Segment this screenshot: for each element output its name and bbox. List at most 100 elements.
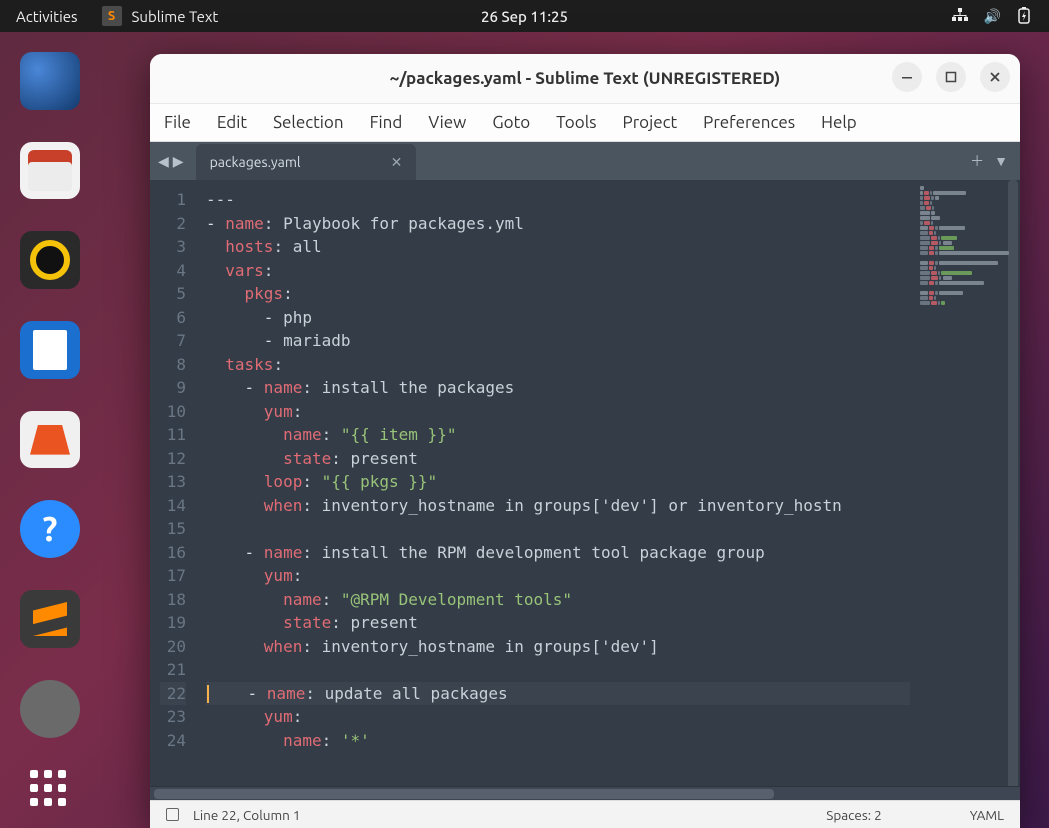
minimap-blob xyxy=(939,251,1009,255)
line-number[interactable]: 24 xyxy=(160,729,186,753)
status-panel-toggle-icon[interactable] xyxy=(166,808,179,821)
code-line[interactable]: - name: update all packages xyxy=(206,682,910,706)
code-line[interactable]: pkgs: xyxy=(206,282,910,306)
code-line[interactable]: - name: Playbook for packages.yml xyxy=(206,212,910,236)
minimap-blob xyxy=(926,206,931,210)
code-line[interactable]: name: "{{ item }}" xyxy=(206,423,910,447)
menu-goto[interactable]: Goto xyxy=(492,113,530,132)
line-number-gutter[interactable]: 123456789101112131415161718192021222324 xyxy=(150,180,200,786)
line-number[interactable]: 15 xyxy=(160,517,186,541)
status-syntax[interactable]: YAML xyxy=(970,807,1004,823)
line-number[interactable]: 11 xyxy=(160,423,186,447)
code-line[interactable]: --- xyxy=(206,188,910,212)
tab-scroll-right-icon[interactable]: ▶ xyxy=(173,153,184,170)
line-number[interactable]: 17 xyxy=(160,564,186,588)
activities-button[interactable]: Activities xyxy=(16,8,78,25)
code-line[interactable]: - mariadb xyxy=(206,329,910,353)
window-maximize-button[interactable] xyxy=(936,62,966,92)
minimap[interactable] xyxy=(910,180,1020,786)
menu-project[interactable]: Project xyxy=(623,113,678,132)
line-number[interactable]: 7 xyxy=(160,329,186,353)
dock-show-apps-icon[interactable] xyxy=(30,770,70,808)
window-titlebar[interactable]: ~/packages.yaml - Sublime Text (UNREGIST… xyxy=(150,54,1020,104)
menu-edit[interactable]: Edit xyxy=(217,113,247,132)
line-number[interactable]: 10 xyxy=(160,400,186,424)
tab-close-icon[interactable]: ✕ xyxy=(391,154,403,171)
code-line[interactable]: when: inventory_hostname in groups['dev'… xyxy=(206,635,910,659)
line-number[interactable]: 2 xyxy=(160,212,186,236)
menu-preferences[interactable]: Preferences xyxy=(703,113,795,132)
line-number[interactable]: 3 xyxy=(160,235,186,259)
line-number[interactable]: 19 xyxy=(160,611,186,635)
code-line[interactable]: tasks: xyxy=(206,353,910,377)
code-line[interactable]: when: inventory_hostname in groups['dev'… xyxy=(206,494,910,518)
line-number[interactable]: 18 xyxy=(160,588,186,612)
minimap-blob xyxy=(920,221,923,225)
menu-help[interactable]: Help xyxy=(821,113,857,132)
line-number[interactable]: 5 xyxy=(160,282,186,306)
code-line[interactable]: yum: xyxy=(206,705,910,729)
line-number[interactable]: 6 xyxy=(160,306,186,330)
code-line[interactable]: state: present xyxy=(206,447,910,471)
line-number[interactable]: 4 xyxy=(160,259,186,283)
line-number[interactable]: 8 xyxy=(160,353,186,377)
dock-libreoffice-writer-icon[interactable] xyxy=(20,321,80,379)
status-cursor-position[interactable]: Line 22, Column 1 xyxy=(193,807,301,823)
dock-ubuntu-software-icon[interactable] xyxy=(20,411,80,469)
new-tab-icon[interactable]: ＋ xyxy=(970,151,984,171)
line-number[interactable]: 12 xyxy=(160,447,186,471)
dock-disk-icon[interactable] xyxy=(20,680,80,738)
menu-selection[interactable]: Selection xyxy=(273,113,344,132)
code-line[interactable] xyxy=(206,517,910,541)
line-number[interactable]: 1 xyxy=(160,188,186,212)
code-line[interactable]: loop: "{{ pkgs }}" xyxy=(206,470,910,494)
dock-thunderbird-icon[interactable] xyxy=(20,52,80,110)
minimap-blob xyxy=(920,281,928,285)
code-line[interactable]: - name: install the RPM development tool… xyxy=(206,541,910,565)
volume-icon[interactable]: 🔊 xyxy=(984,8,1001,25)
line-number[interactable]: 13 xyxy=(160,470,186,494)
dock-rhythmbox-icon[interactable] xyxy=(20,231,80,289)
status-indentation[interactable]: Spaces: 2 xyxy=(826,807,882,823)
code-editor[interactable]: ---- name: Playbook for packages.yml hos… xyxy=(200,180,910,786)
line-number[interactable]: 16 xyxy=(160,541,186,565)
horizontal-scrollbar-thumb[interactable] xyxy=(154,789,774,799)
code-line[interactable]: name: "@RPM Development tools" xyxy=(206,588,910,612)
menu-find[interactable]: Find xyxy=(370,113,403,132)
code-line[interactable]: name: '*' xyxy=(206,729,910,753)
code-line[interactable] xyxy=(206,658,910,682)
battery-icon[interactable] xyxy=(1017,6,1031,27)
minimap-blob xyxy=(929,266,933,270)
code-line[interactable]: state: present xyxy=(206,611,910,635)
network-icon[interactable] xyxy=(952,8,968,25)
code-line[interactable]: vars: xyxy=(206,259,910,283)
menu-tools[interactable]: Tools xyxy=(556,113,596,132)
minimap-blob xyxy=(931,271,936,275)
window-minimize-button[interactable] xyxy=(892,62,922,92)
window-title: ~/packages.yaml - Sublime Text (UNREGIST… xyxy=(390,69,781,88)
line-number[interactable]: 23 xyxy=(160,705,186,729)
menu-view[interactable]: View xyxy=(428,113,466,132)
dock-sublime-icon[interactable] xyxy=(20,590,80,648)
code-line[interactable]: - php xyxy=(206,306,910,330)
dock-help-icon[interactable]: ? xyxy=(20,500,80,558)
window-close-button[interactable] xyxy=(980,62,1010,92)
line-number[interactable]: 21 xyxy=(160,658,186,682)
code-line[interactable]: - name: install the packages xyxy=(206,376,910,400)
horizontal-scrollbar[interactable] xyxy=(150,786,1020,800)
tab-scroll-left-icon[interactable]: ◀ xyxy=(158,153,169,170)
vertical-scrollbar-thumb[interactable] xyxy=(1008,180,1018,786)
tab-dropdown-icon[interactable]: ▼ xyxy=(994,153,1008,169)
clock[interactable]: 26 Sep 11:25 xyxy=(481,8,568,25)
code-line[interactable]: yum: xyxy=(206,564,910,588)
code-line[interactable]: hosts: all xyxy=(206,235,910,259)
line-number[interactable]: 9 xyxy=(160,376,186,400)
line-number[interactable]: 14 xyxy=(160,494,186,518)
line-number[interactable]: 20 xyxy=(160,635,186,659)
app-indicator[interactable]: S Sublime Text xyxy=(102,6,219,26)
menu-file[interactable]: File xyxy=(164,113,191,132)
dock-files-icon[interactable] xyxy=(20,142,80,200)
code-line[interactable]: yum: xyxy=(206,400,910,424)
file-tab[interactable]: packages.yaml ✕ xyxy=(196,144,417,180)
line-number[interactable]: 22 xyxy=(160,682,186,706)
